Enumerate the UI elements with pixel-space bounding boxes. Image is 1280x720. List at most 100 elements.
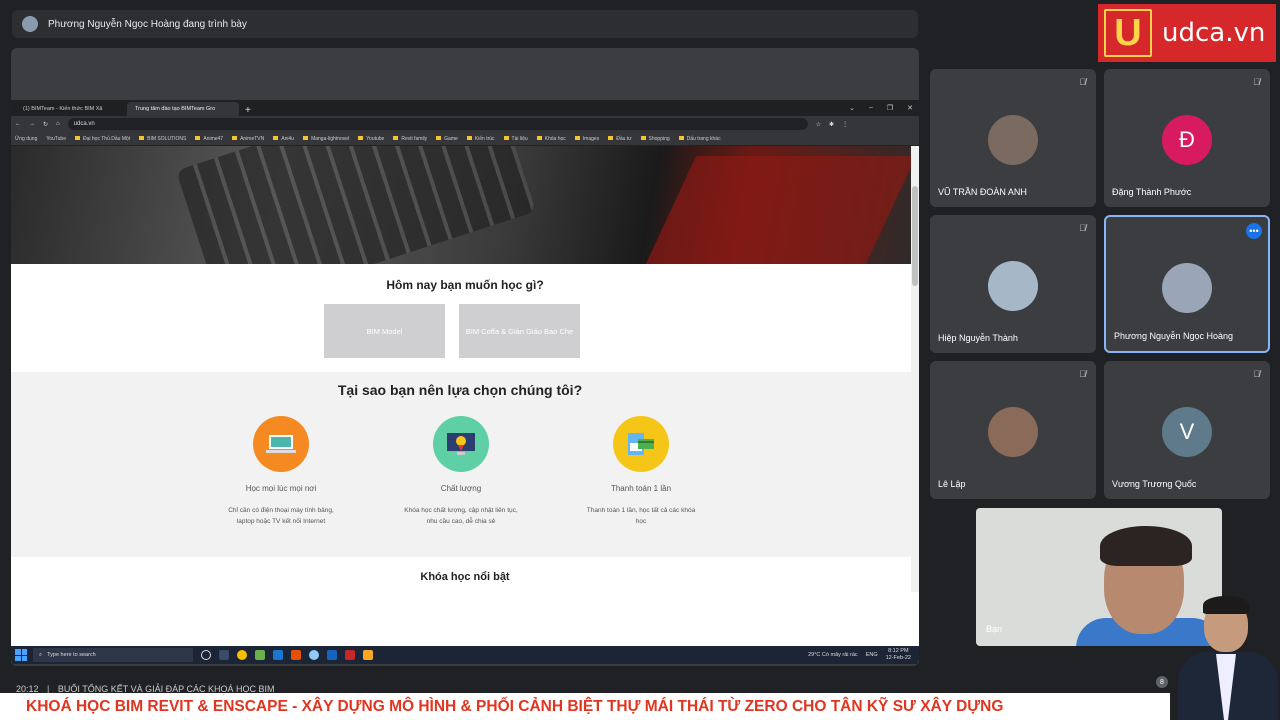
why-title: Tại sao bạn nên lựa chọn chúng tôi? [337, 382, 583, 398]
weather-text[interactable]: 29°C Có mây rải rác [808, 652, 858, 658]
bookmark-item[interactable]: Ứng dụng [15, 136, 37, 142]
app-icon[interactable] [273, 650, 283, 660]
back-icon[interactable]: ← [15, 121, 21, 127]
bookmark-item[interactable]: Tài liệu [504, 136, 528, 142]
revit-icon[interactable] [327, 650, 337, 660]
bim-coffa-button[interactable]: BIM Coffa & Giàn Giáo Bao Che [459, 304, 580, 358]
mic-muted-icon: 🎙̸ [1079, 369, 1086, 379]
hero-image [11, 146, 919, 264]
tab-label: (1) BIMTeam - Kiến thức BIM Xâ [23, 106, 103, 112]
other-bookmarks[interactable]: Dấu trang khác [679, 136, 721, 142]
window-controls: ⌄ – ❐ ✕ [849, 104, 919, 112]
self-hair [1100, 526, 1192, 566]
bim-model-button[interactable]: BIM Model [324, 304, 445, 358]
maximize-button[interactable]: ❐ [887, 104, 893, 112]
home-icon[interactable]: ⌂ [56, 121, 60, 127]
presenter-bar: Phương Nguyễn Ngọc Hoàng đang trình bày [12, 10, 918, 38]
tab-strip: (1) BIMTeam - Kiến thức BIM Xâ Trung tâm… [11, 100, 919, 116]
udca-logo: U udca.vn [1098, 4, 1276, 62]
shared-screen: (1) BIMTeam - Kiến thức BIM Xâ Trung tâm… [11, 48, 919, 666]
self-label: Bạn [986, 624, 1003, 634]
autocad-icon[interactable] [345, 650, 355, 660]
minimize-button[interactable]: – [869, 104, 873, 112]
chrome-icon[interactable] [237, 650, 247, 660]
address-row: ← → ↻ ⌂ udca.vn ☆ ✱ ⋮ [11, 116, 919, 132]
language-indicator[interactable]: ENG [866, 652, 878, 658]
red-accent-graphic [645, 156, 917, 264]
bookmark-item[interactable]: Khóa học [537, 136, 566, 142]
windows-start-icon[interactable] [15, 649, 27, 661]
mic-muted-icon: 🎙̸ [1079, 77, 1086, 87]
bookmark-item[interactable]: Youtube [358, 136, 384, 142]
logo-mark: U [1104, 9, 1152, 57]
bookmark-item[interactable]: Shopping [641, 136, 670, 142]
participant-name: VŨ TRẦN ĐOÀN ANH [938, 187, 1027, 197]
why-section: Tại sao bạn nên lựa chọn chúng tôi? Học … [11, 372, 919, 557]
task-view-icon[interactable] [219, 650, 229, 660]
clock-date: 12-Feb-22 [885, 655, 911, 661]
participant-name: Đặng Thành Phước [1112, 187, 1192, 197]
mic-muted-icon: 🎙̸ [1253, 369, 1260, 379]
tab-search-icon[interactable]: ⌄ [849, 104, 855, 112]
avatar [988, 115, 1038, 165]
taskbar-search[interactable]: ⌕ Type here to search [33, 648, 193, 662]
app-icon[interactable] [363, 650, 373, 660]
people-count-badge[interactable]: 8 [1156, 676, 1168, 688]
avatar [1162, 263, 1212, 313]
close-button[interactable]: ✕ [907, 104, 913, 112]
browser-tab-1[interactable]: (1) BIMTeam - Kiến thức BIM Xâ [15, 102, 127, 116]
app-icon[interactable] [255, 650, 265, 660]
bookmark-item[interactable]: Kiến trúc [467, 136, 495, 142]
windows-taskbar: ⌕ Type here to search 29°C Có mây rải rá… [11, 646, 919, 664]
participant-tile[interactable]: 🎙̸ Hiệp Nguyễn Thành [930, 215, 1096, 353]
app-icon[interactable] [291, 650, 301, 660]
mic-muted-icon: 🎙̸ [1079, 223, 1086, 233]
bookmark-item[interactable]: Revit family [393, 136, 427, 142]
bookmark-item[interactable]: Game [436, 136, 458, 142]
clock[interactable]: 8:12 PM 12-Feb-22 [886, 648, 911, 662]
bookmark-item[interactable]: Ani4u [273, 136, 294, 142]
bookmark-item[interactable]: Manga-lightnovel [303, 136, 349, 142]
learn-title: Hôm nay bạn muốn học gì? [386, 278, 544, 292]
participant-tile[interactable]: 🎙̸ Lê Lập [930, 361, 1096, 499]
bookmark-item[interactable]: Đầu tư [608, 136, 631, 142]
new-tab-button[interactable]: + [245, 105, 251, 116]
reload-icon[interactable]: ↻ [43, 121, 48, 128]
cortana-icon[interactable] [201, 650, 211, 660]
participant-tile[interactable]: 🎙̸ VŨ TRẦN ĐOÀN ANH [930, 69, 1096, 207]
forward-icon[interactable]: → [29, 121, 35, 127]
more-options-icon[interactable]: ••• [1246, 223, 1262, 239]
learn-section: Hôm nay bạn muốn học gì? BIM Model BIM C… [11, 264, 919, 372]
search-icon: ⌕ [39, 651, 43, 658]
bookmark-item[interactable]: Images [575, 136, 599, 142]
page-scrollbar[interactable] [911, 146, 919, 592]
feature-desc: Khóa học chất lượng, cập nhật liên tục, … [404, 507, 518, 525]
extensions-icon[interactable]: ✱ [829, 121, 834, 128]
bookmark-item[interactable]: Đại học Thủ Dầu Một [75, 136, 130, 142]
bookmark-item[interactable]: YouTube [46, 136, 66, 142]
feature-title: Học mọi lúc mọi nơi [245, 484, 317, 493]
learn-buttons: BIM Model BIM Coffa & Giàn Giáo Bao Che [11, 304, 919, 358]
keyboard-graphic [175, 146, 537, 264]
bookmark-item[interactable]: Anime47 [195, 136, 223, 142]
star-icon[interactable]: ☆ [816, 121, 821, 128]
system-tray: 29°C Có mây rải rác ENG 8:12 PM 12-Feb-2… [808, 648, 919, 662]
participant-tile[interactable]: 🎙̸ Đ Đặng Thành Phước [1104, 69, 1270, 207]
participant-name: Hiệp Nguyễn Thành [938, 333, 1018, 343]
feature-quality: Chất lượng Khóa học chất lượng, cập nhật… [401, 416, 521, 527]
participant-tile-active[interactable]: ••• Phương Nguyễn Ngọc Hoàng [1104, 215, 1270, 353]
participant-name: Vương Trương Quốc [1112, 479, 1197, 489]
avatar: V [1162, 407, 1212, 457]
participant-tile[interactable]: 🎙̸ V Vương Trương Quốc [1104, 361, 1270, 499]
browser-tab-2[interactable]: Trung tâm đào tạo BIMTeam Gro [127, 102, 239, 116]
bookmark-item[interactable]: BIM SOLUTIONS [139, 136, 186, 142]
presenter-label: Phương Nguyễn Ngọc Hoàng đang trình bày [48, 18, 247, 30]
app-icon[interactable] [309, 650, 319, 660]
avatar [988, 261, 1038, 311]
bookmark-item[interactable]: AnimeTVN [232, 136, 264, 142]
participant-name: Lê Lập [938, 479, 966, 489]
payment-card-icon [613, 416, 669, 472]
address-bar[interactable]: udca.vn [67, 118, 808, 130]
scroll-thumb[interactable] [912, 186, 918, 286]
menu-icon[interactable]: ⋮ [842, 121, 848, 128]
